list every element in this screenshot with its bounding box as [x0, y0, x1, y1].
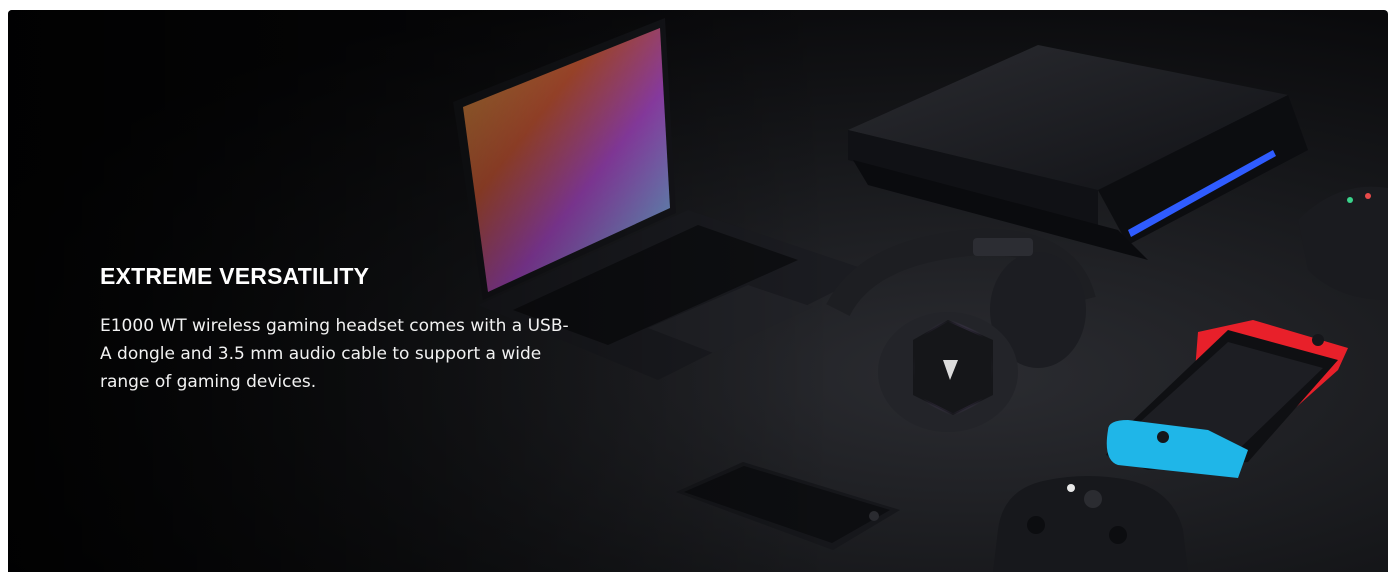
feature-banner: EXTREME VERSATILITY E1000 WT wireless ga… [8, 10, 1388, 572]
feature-headline: EXTREME VERSATILITY [100, 263, 370, 289]
feature-copy: EXTREME VERSATILITY E1000 WT wireless ga… [100, 263, 570, 396]
feature-description: E1000 WT wireless gaming headset comes w… [100, 316, 569, 392]
